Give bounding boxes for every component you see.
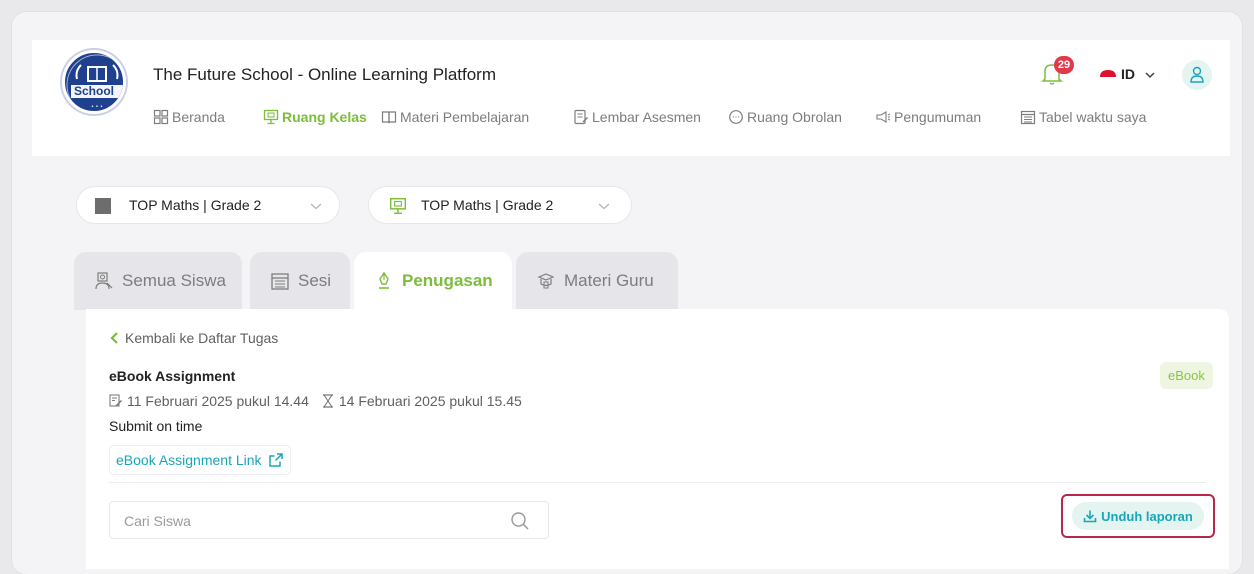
external-link-icon (268, 453, 283, 467)
nav-label: Pengumuman (894, 109, 982, 125)
nav-item-lembar-asesmen[interactable]: Lembar Asesmen (573, 109, 701, 125)
tab-penugasan[interactable]: Penugasan (354, 252, 512, 310)
students-icon (95, 272, 113, 290)
nav-item-ruang-kelas[interactable]: Ruang Kelas (263, 109, 367, 125)
book-icon (381, 111, 397, 124)
class-selector-label: TOP Maths | Grade 2 (421, 197, 554, 213)
hourglass-icon (322, 394, 333, 408)
ebook-assignment-link[interactable]: eBook Assignment Link (109, 445, 291, 475)
chevron-down-icon[interactable] (1143, 68, 1157, 82)
back-to-list-link[interactable]: Kembali ke Daftar Tugas (109, 330, 278, 346)
calendar-icon (271, 273, 289, 290)
nav-label: Materi Pembelajaran (400, 109, 530, 125)
nav-item-beranda[interactable]: Beranda (153, 109, 225, 125)
app-window: • • • School The Future School - Online … (12, 12, 1242, 574)
tab-label: Semua Siswa (122, 271, 226, 290)
classroom-icon (263, 109, 279, 125)
link-label: eBook Assignment Link (116, 452, 262, 468)
top-header: • • • School The Future School - Online … (32, 40, 1230, 156)
section-divider (109, 482, 1206, 483)
tab-label: Sesi (298, 271, 332, 290)
assignment-dates: 11 Februari 2025 pukul 14.44 14 Februari… (109, 393, 522, 409)
start-date: 11 Februari 2025 pukul 14.44 (127, 393, 309, 409)
download-report-button[interactable]: Unduh laporan (1072, 502, 1204, 530)
assessment-icon (574, 109, 588, 125)
classroom-icon (389, 197, 407, 215)
nav-item-pengumuman[interactable]: Pengumuman (875, 109, 981, 125)
nav-label: Tabel waktu saya (1039, 109, 1147, 125)
search-input[interactable] (124, 510, 484, 532)
course-color-swatch (95, 198, 111, 214)
assignment-panel: Kembali ke Daftar Tugas eBook Assignment… (86, 309, 1229, 569)
chevron-down-icon (598, 203, 610, 210)
user-icon (1190, 66, 1204, 83)
indonesia-flag-icon[interactable] (1098, 68, 1118, 84)
svg-text:• • •: • • • (91, 104, 103, 110)
tab-label: Penugasan (402, 271, 493, 290)
due-date: 14 Februari 2025 pukul 15.45 (338, 393, 522, 409)
assignment-type-badge: eBook (1160, 362, 1213, 389)
chevron-down-icon (310, 203, 322, 210)
back-link-label: Kembali ke Daftar Tugas (125, 330, 279, 346)
nav-item-materi-pembelajaran[interactable]: Materi Pembelajaran (381, 109, 529, 125)
download-icon (1083, 510, 1097, 523)
calendar-icon (1020, 110, 1036, 125)
chat-icon (729, 110, 743, 124)
nav-label: Lembar Asesmen (592, 109, 701, 125)
grid-icon (153, 109, 169, 125)
school-logo[interactable]: • • • School (62, 50, 126, 114)
nav-item-ruang-obrolan[interactable]: Ruang Obrolan (728, 109, 842, 125)
course-selector-label: TOP Maths | Grade 2 (129, 197, 262, 213)
course-selector[interactable]: TOP Maths | Grade 2 (76, 186, 340, 224)
search-icon[interactable] (510, 511, 530, 531)
download-label: Unduh laporan (1101, 508, 1193, 524)
chevron-left-icon (110, 332, 118, 344)
class-selector[interactable]: TOP Maths | Grade 2 (368, 186, 632, 224)
tab-semua-siswa[interactable]: Semua Siswa (74, 252, 242, 310)
tab-label: Materi Guru (564, 271, 654, 290)
nav-label: Ruang Kelas (282, 109, 367, 125)
language-label[interactable]: ID (1121, 66, 1135, 82)
logo-text: School (73, 84, 114, 98)
materials-icon (537, 273, 555, 289)
tab-sesi[interactable]: Sesi (250, 252, 350, 310)
nav-label: Beranda (172, 109, 225, 125)
student-search[interactable] (109, 501, 549, 539)
edit-date-icon (109, 394, 122, 407)
assignment-note: Submit on time (109, 418, 203, 434)
notification-badge: 29 (1054, 56, 1074, 74)
app-title: The Future School - Online Learning Plat… (153, 65, 497, 84)
user-avatar[interactable] (1182, 60, 1212, 90)
pen-icon (379, 271, 389, 289)
megaphone-icon (876, 111, 891, 123)
tab-materi-guru[interactable]: Materi Guru (516, 252, 678, 310)
nav-label: Ruang Obrolan (747, 109, 842, 125)
assignment-title: eBook Assignment (109, 368, 236, 384)
nav-item-tabel-waktu[interactable]: Tabel waktu saya (1020, 109, 1146, 125)
